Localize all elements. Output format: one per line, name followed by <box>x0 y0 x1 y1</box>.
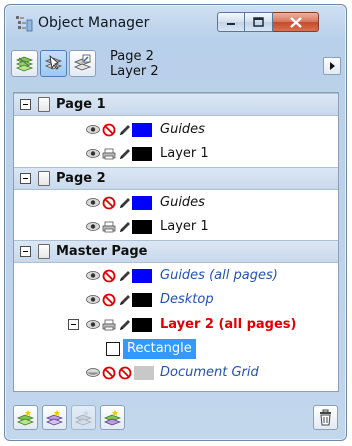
page-name[interactable]: Page 2 <box>56 171 106 186</box>
maximize-icon <box>253 17 264 27</box>
printer-icon[interactable] <box>102 221 116 233</box>
active-layer-row[interactable]: Layer 2 (all pages) <box>14 314 338 337</box>
edit-pencil-icon[interactable] <box>118 293 131 307</box>
edit-pencil-icon[interactable] <box>118 269 131 283</box>
show-object-properties-icon <box>15 56 34 72</box>
print-disabled-icon[interactable] <box>102 269 116 283</box>
object-name[interactable]: Rectangle <box>123 339 196 359</box>
visibility-eye-icon[interactable] <box>86 295 100 304</box>
object-manager-icon <box>16 16 33 32</box>
show-object-properties-button[interactable] <box>11 50 38 77</box>
edit-disabled-icon[interactable] <box>118 366 132 380</box>
object-tree[interactable]: Page 1 Guides Layer 1 Page 2 Guides Laye… <box>13 92 339 392</box>
object-row[interactable]: Rectangle <box>14 338 338 361</box>
new-master-layer-odd-icon <box>75 410 92 426</box>
bottom-toolbar <box>5 397 346 437</box>
current-page-layer-info: Page 2 Layer 2 <box>110 49 159 79</box>
flyout-arrow-icon <box>330 62 335 70</box>
edit-pencil-icon[interactable] <box>118 318 131 332</box>
layer-manager-view-icon <box>73 54 92 71</box>
new-layer-button[interactable] <box>13 405 38 430</box>
layer-row[interactable]: Guides <box>14 119 338 142</box>
layer-row[interactable]: Desktop <box>14 289 338 312</box>
page-icon <box>38 97 50 112</box>
layer-name[interactable]: Layer 1 <box>160 146 209 161</box>
layer-row[interactable]: Layer 1 <box>14 216 338 239</box>
layer-name[interactable]: Guides (all pages) <box>160 268 278 283</box>
layer-color-swatch[interactable] <box>132 293 152 307</box>
edit-across-layers-icon <box>44 54 63 70</box>
collapse-toggle-icon[interactable] <box>20 173 31 184</box>
collapse-toggle-icon[interactable] <box>20 99 31 110</box>
visibility-eye-icon[interactable] <box>86 149 100 158</box>
layer-color-swatch[interactable] <box>132 123 152 137</box>
page-icon <box>38 171 50 186</box>
printer-icon[interactable] <box>102 148 116 160</box>
visibility-eye-icon[interactable] <box>86 271 100 280</box>
edit-pencil-icon[interactable] <box>118 147 131 161</box>
layer-name[interactable]: Layer 1 <box>160 219 209 234</box>
new-master-layer-odd-button[interactable] <box>71 405 96 430</box>
page-row[interactable]: Page 1 <box>14 93 338 116</box>
layer-name[interactable]: Guides <box>160 195 205 210</box>
object-manager-toolbar: Page 2 Layer 2 <box>5 43 346 89</box>
layer-color-swatch[interactable] <box>132 269 152 283</box>
current-page-name: Page 2 <box>110 49 154 64</box>
object-manager-window: Object Manager Page 2 Layer 2 Page 1 Gui… <box>4 4 347 441</box>
edit-pencil-icon[interactable] <box>118 220 131 234</box>
minimize-icon <box>227 23 235 25</box>
visibility-eye-icon[interactable] <box>86 320 100 329</box>
visibility-eye-icon[interactable] <box>86 125 100 134</box>
new-master-layer-even-button[interactable] <box>100 405 125 430</box>
page-name[interactable]: Master Page <box>56 244 148 259</box>
page-row[interactable]: Page 2 <box>14 167 338 190</box>
close-button[interactable] <box>273 12 319 32</box>
close-icon <box>289 16 302 28</box>
layer-color-swatch[interactable] <box>132 147 152 161</box>
visibility-eye-icon[interactable] <box>86 198 100 207</box>
page-row[interactable]: Master Page <box>14 240 338 263</box>
edit-across-layers-button[interactable] <box>40 50 67 77</box>
layer-row[interactable]: Guides (all pages) <box>14 265 338 288</box>
rectangle-object-icon <box>106 342 120 356</box>
layer-name[interactable]: Desktop <box>160 292 214 307</box>
layer-color-swatch[interactable] <box>134 366 154 380</box>
layer-row[interactable]: Guides <box>14 192 338 215</box>
flyout-menu-button[interactable] <box>323 57 341 75</box>
layer-name[interactable]: Layer 2 (all pages) <box>160 317 297 332</box>
new-master-layer-even-icon <box>104 410 121 426</box>
print-disabled-icon[interactable] <box>102 293 116 307</box>
layer-name[interactable]: Guides <box>160 122 205 137</box>
print-disabled-icon[interactable] <box>102 123 116 137</box>
print-disabled-icon[interactable] <box>102 196 116 210</box>
visibility-closed-eye-icon[interactable] <box>86 368 100 377</box>
layer-row[interactable]: Layer 1 <box>14 143 338 166</box>
layer-name[interactable]: Document Grid <box>160 365 259 380</box>
maximize-button[interactable] <box>245 12 273 32</box>
new-layer-icon <box>17 410 34 426</box>
delete-button[interactable] <box>313 405 338 430</box>
new-master-layer-button[interactable] <box>42 405 67 430</box>
layer-color-swatch[interactable] <box>132 196 152 210</box>
title-bar[interactable]: Object Manager <box>5 5 346 41</box>
layer-row[interactable]: Document Grid <box>14 362 338 385</box>
current-layer-name: Layer 2 <box>110 64 159 79</box>
page-name[interactable]: Page 1 <box>56 97 106 112</box>
visibility-eye-icon[interactable] <box>86 222 100 231</box>
layer-color-swatch[interactable] <box>132 318 152 332</box>
edit-pencil-icon[interactable] <box>118 123 131 137</box>
new-master-layer-icon <box>46 410 63 426</box>
layer-manager-view-button[interactable] <box>69 50 96 77</box>
edit-pencil-icon[interactable] <box>118 196 131 210</box>
printer-icon[interactable] <box>102 319 116 331</box>
collapse-toggle-icon[interactable] <box>68 319 79 330</box>
trash-icon <box>320 409 331 426</box>
window-title: Object Manager <box>38 15 150 31</box>
collapse-toggle-icon[interactable] <box>20 246 31 257</box>
print-disabled-icon[interactable] <box>102 366 116 380</box>
layer-color-swatch[interactable] <box>132 220 152 234</box>
page-icon <box>38 244 50 259</box>
minimize-button[interactable] <box>217 12 245 32</box>
